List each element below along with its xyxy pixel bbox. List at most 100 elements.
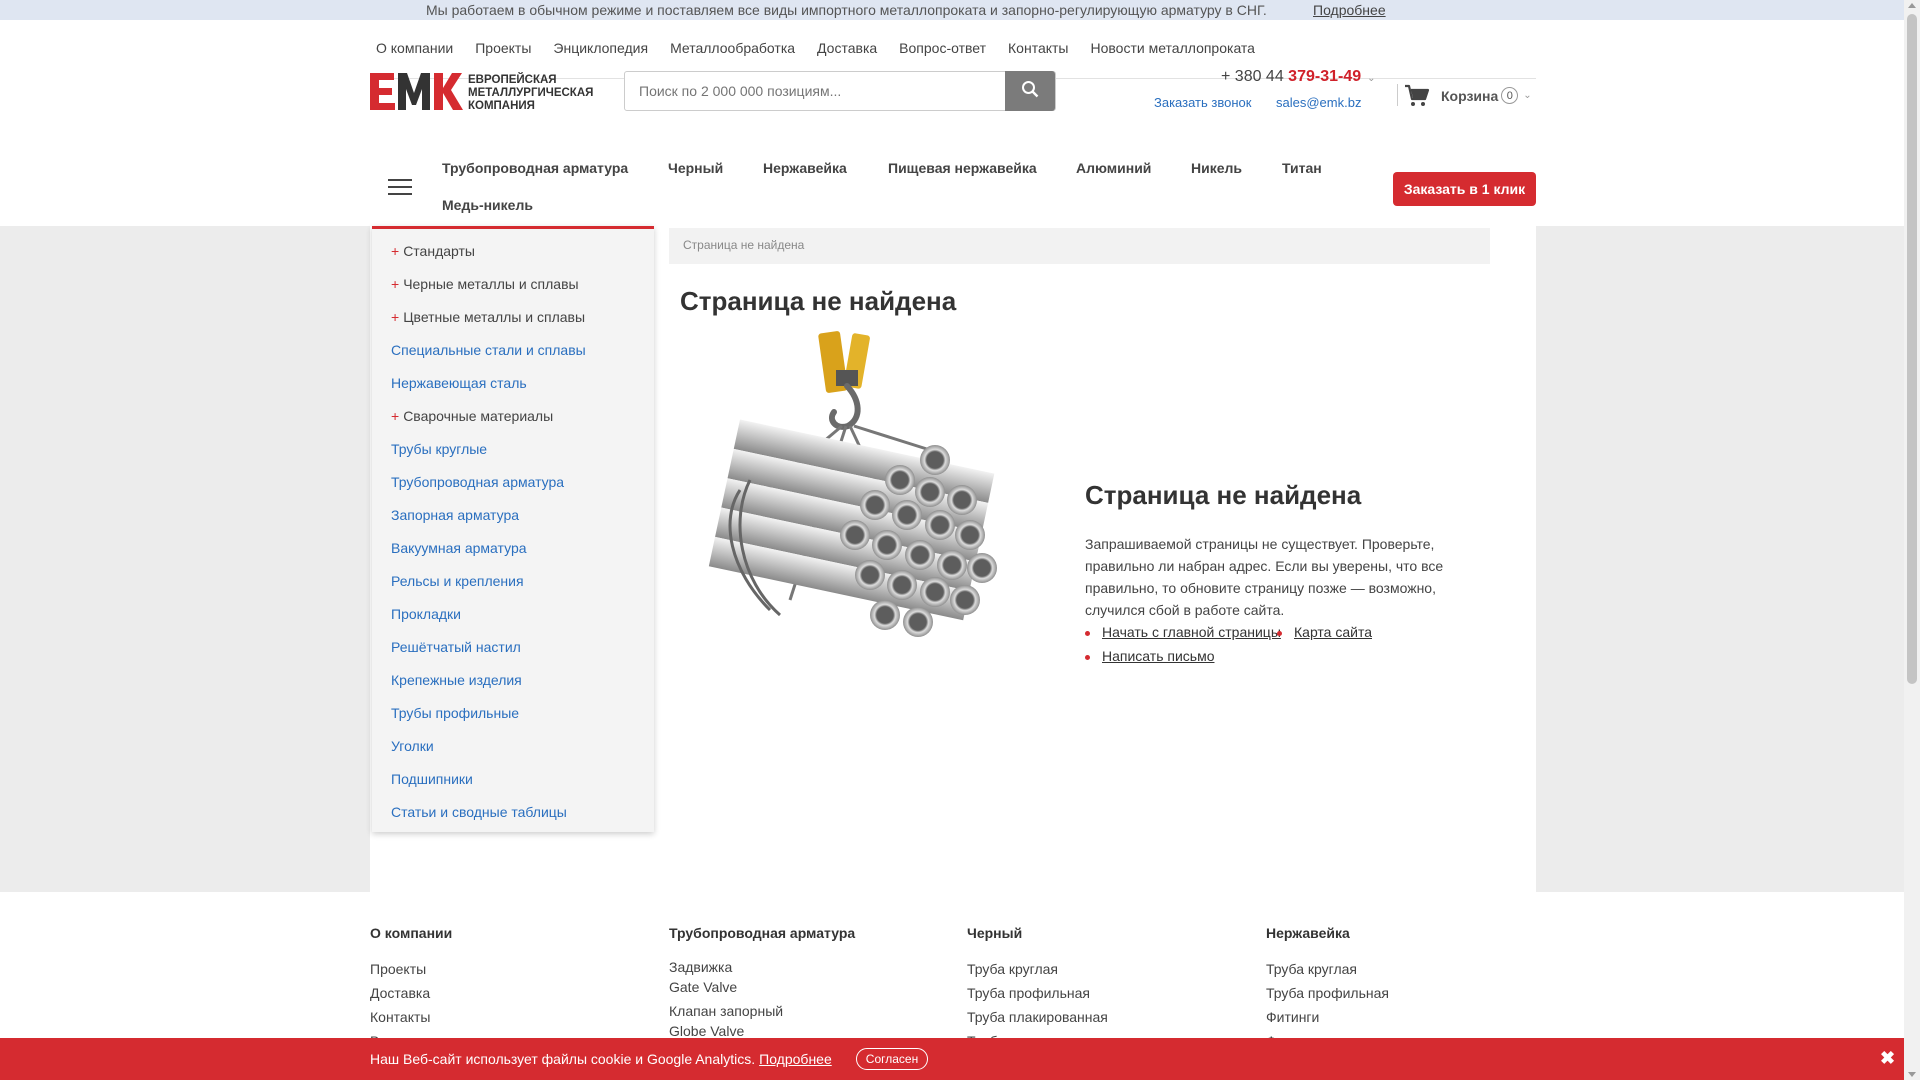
catnav-item-copper-nickel[interactable]: Медь-никель	[442, 197, 533, 213]
catnav-item-titanium[interactable]: Титан	[1282, 160, 1322, 176]
topnav-item-contacts[interactable]: Контакты	[1008, 40, 1068, 56]
cookie-banner: Наш Веб-сайт использует файлы cookie и G…	[0, 1038, 1904, 1080]
footer-link[interactable]: Задвижка	[669, 957, 855, 977]
scrollbar-thumb[interactable]	[1907, 14, 1917, 684]
cookie-agree-button[interactable]: Согласен	[856, 1048, 928, 1070]
catnav-item-food-stainless[interactable]: Пищевая нержавейка	[888, 160, 1037, 176]
footer-link[interactable]: Труба круглая	[1266, 957, 1389, 981]
sidebar-item-label: Уголки	[391, 738, 434, 754]
announcement-bar: Мы работаем в обычном режиме и поставляе…	[0, 0, 1904, 20]
topnav-item-news[interactable]: Новости металлопроката	[1091, 40, 1255, 56]
header-separator	[1397, 84, 1398, 106]
sidebar-item[interactable]: Решётчатый настил	[391, 639, 521, 655]
site-header: О компании Проекты Энциклопедия Металлоо…	[0, 20, 1904, 226]
footer-column-valves: Трубопроводная арматура Задвижка Gate Va…	[669, 925, 855, 1041]
sidebar-item-label: Специальные стали и сплавы	[391, 342, 586, 358]
search-icon	[1021, 80, 1039, 103]
topnav-item-about[interactable]: О компании	[376, 40, 453, 56]
not-found-title: Страница не найдена	[1085, 480, 1362, 510]
footer-link[interactable]: Труба профильная	[967, 981, 1108, 1005]
sidebar-item[interactable]: Крепежные изделия	[391, 672, 522, 688]
email-link[interactable]: sales@emk.bz	[1276, 95, 1361, 110]
burger-menu-icon[interactable]	[388, 178, 412, 201]
company-logo[interactable]: ЕВРОПЕЙСКАЯ МЕТАЛЛУРГИЧЕСКАЯ КОМПАНИЯ	[370, 71, 606, 113]
expand-plus-icon[interactable]: +	[391, 276, 399, 292]
catnav-item-black[interactable]: Черный	[668, 160, 723, 176]
sidebar-item[interactable]: + Черные металлы и сплавы	[391, 276, 579, 292]
topnav-item-metalworking[interactable]: Металлообработка	[670, 40, 795, 56]
sidebar-item[interactable]: Трубопроводная арматура	[391, 474, 564, 490]
footer-link[interactable]: Труба плакированная	[967, 1005, 1108, 1029]
cart-button[interactable]: Корзина 0 ⌄	[1441, 87, 1532, 104]
footer-link[interactable]: Труба круглая	[967, 957, 1108, 981]
scroll-down-arrow[interactable]	[1908, 1072, 1916, 1077]
sidebar-item-label: Рельсы и крепления	[391, 573, 524, 589]
sidebar-item-label: Трубы профильные	[391, 705, 520, 721]
catnav-item-stainless[interactable]: Нержавейка	[763, 160, 847, 176]
catnav-item-nickel[interactable]: Никель	[1191, 160, 1242, 176]
sidebar-item-label: Подшипники	[391, 771, 473, 787]
sidebar-item[interactable]: Специальные стали и сплавы	[391, 342, 586, 358]
expand-plus-icon[interactable]: +	[391, 408, 399, 424]
footer-link[interactable]: Проекты	[370, 957, 452, 981]
sidebar-item[interactable]: Подшипники	[391, 771, 473, 787]
search-button[interactable]	[1005, 71, 1055, 111]
phone-main: 379-31-49	[1288, 68, 1362, 85]
home-page-link[interactable]: Начать с главной страницы	[1102, 624, 1281, 640]
footer-link[interactable]: Доставка	[370, 981, 452, 1005]
footer-link[interactable]: Труба профильная	[1266, 981, 1389, 1005]
write-letter-link[interactable]: Написать письмо	[1102, 648, 1214, 664]
topnav-item-projects[interactable]: Проекты	[475, 40, 531, 56]
catnav-item-aluminium[interactable]: Алюминий	[1076, 160, 1151, 176]
sidebar-item[interactable]: + Цветные металлы и сплавы	[391, 309, 585, 325]
order-one-click-button[interactable]: Заказать в 1 клик	[1393, 172, 1536, 206]
sidebar-item[interactable]: Трубы профильные	[391, 705, 519, 721]
sidebar-item[interactable]: Нержавеющая сталь	[391, 375, 527, 391]
cookie-more-link[interactable]: Подробнее	[759, 1051, 832, 1067]
sidebar-item[interactable]: + Стандарты	[391, 243, 475, 259]
footer-link[interactable]: Контакты	[370, 1005, 452, 1029]
sidebar-item[interactable]: Трубы круглые	[391, 441, 487, 457]
cart-icon[interactable]	[1404, 84, 1430, 113]
sidebar-item[interactable]: Прокладки	[391, 606, 461, 622]
topnav-item-encyclopedia[interactable]: Энциклопедия	[553, 40, 648, 56]
expand-plus-icon[interactable]: +	[391, 309, 399, 325]
catnav-item-pipeline-valves[interactable]: Трубопроводная арматура	[442, 160, 628, 176]
topnav-item-delivery[interactable]: Доставка	[817, 40, 877, 56]
sidebar-item-label: Прокладки	[391, 606, 461, 622]
chevron-down-icon: ⌄	[1367, 73, 1376, 84]
sidebar-item[interactable]: Вакуумная арматура	[391, 540, 527, 556]
sidebar-item[interactable]: Уголки	[391, 738, 434, 754]
footer-link[interactable]: Клапан запорный	[669, 1001, 855, 1021]
search-input[interactable]	[625, 72, 1007, 110]
announcement-text: Мы работаем в обычном режиме и поставляе…	[426, 2, 1267, 18]
page-scrollbar[interactable]	[1904, 0, 1920, 1080]
footer-heading[interactable]: Нержавейка	[1266, 925, 1389, 941]
close-icon[interactable]: ✖	[1880, 1048, 1895, 1069]
footer-heading[interactable]: О компании	[370, 925, 452, 941]
topnav-item-faq[interactable]: Вопрос-ответ	[899, 40, 986, 56]
footer-heading[interactable]: Трубопроводная арматура	[669, 925, 855, 941]
callback-link[interactable]: Заказать звонок	[1154, 95, 1251, 110]
footer-link[interactable]: Фитинги	[1266, 1005, 1389, 1029]
sidebar-item-label: Черные металлы и сплавы	[403, 276, 579, 292]
announcement-more-link[interactable]: Подробнее	[1313, 2, 1386, 18]
scroll-up-arrow[interactable]	[1908, 3, 1916, 8]
sidebar-item[interactable]: + Сварочные материалы	[391, 408, 553, 424]
sidebar-item-label: Решётчатый настил	[391, 639, 521, 655]
sidebar-item-label: Сварочные материалы	[403, 408, 554, 424]
breadcrumb-current: Страница не найдена	[683, 238, 805, 252]
phone-number[interactable]: + 380 44 379-31-49 ⌄	[1221, 68, 1376, 86]
logo-line1: ЕВРОПЕЙСКАЯ	[468, 73, 557, 86]
expand-plus-icon[interactable]: +	[391, 243, 399, 259]
footer-link[interactable]: Gate Valve	[669, 977, 855, 997]
logo-line2: МЕТАЛЛУРГИЧЕСКАЯ	[468, 87, 593, 99]
sidebar-item[interactable]: Запорная арматура	[391, 507, 519, 523]
footer-heading[interactable]: Черный	[967, 925, 1108, 941]
bullet-dot	[1085, 655, 1090, 660]
sidebar-item[interactable]: Статьи и сводные таблицы	[391, 804, 567, 820]
sitemap-link[interactable]: Карта сайта	[1294, 624, 1372, 640]
chevron-down-icon: ⌄	[1523, 90, 1532, 101]
page-title: Страница не найдена	[680, 286, 957, 316]
sidebar-item[interactable]: Рельсы и крепления	[391, 573, 524, 589]
